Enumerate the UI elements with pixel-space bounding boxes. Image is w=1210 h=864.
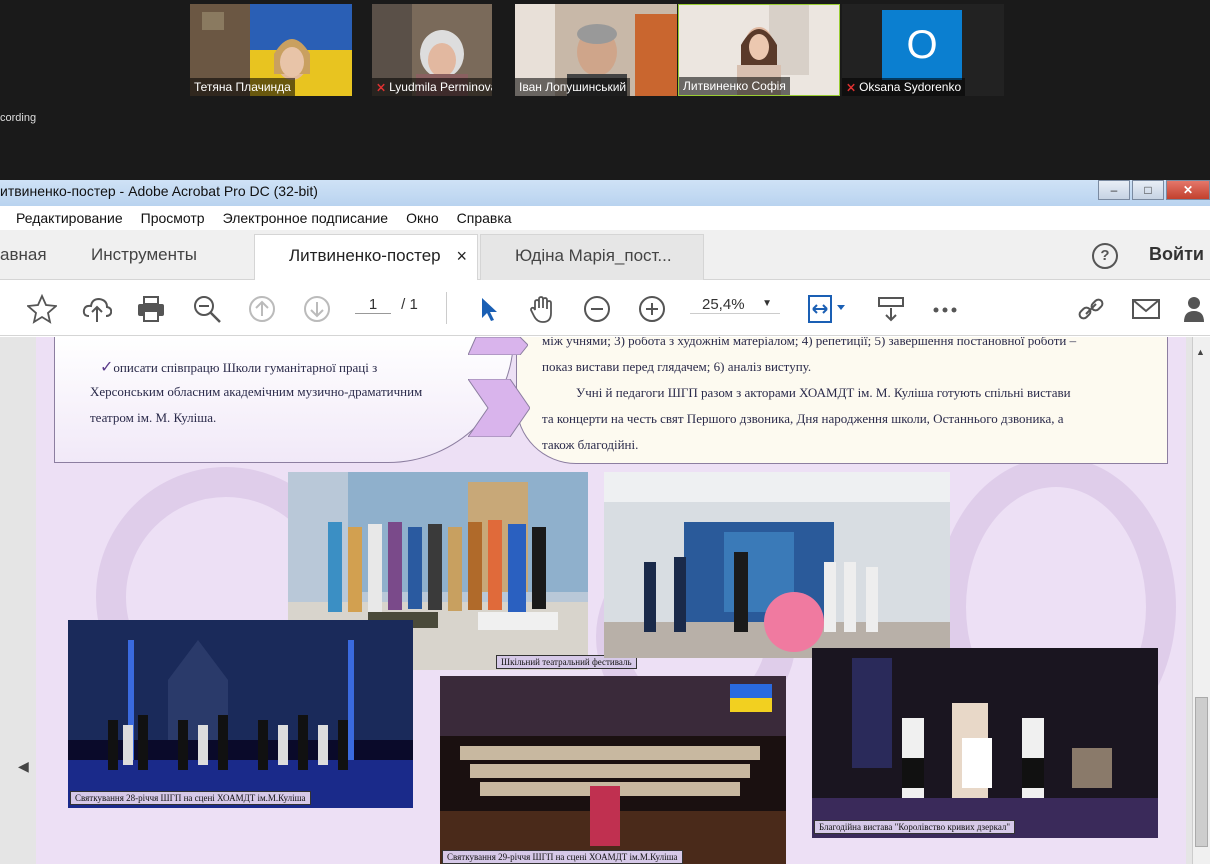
poster-page: ✓описати співпрацю Школи гуманітарної пр… bbox=[36, 337, 1186, 864]
poster-text-line: між учнями; 3) робота з художнім матеріа… bbox=[542, 337, 1077, 348]
more-options-icon[interactable] bbox=[930, 294, 960, 324]
poster-text-line: показ вистави перед глядачем; 6) аналіз … bbox=[542, 359, 812, 374]
tab-label: Юдіна Марія_пост... bbox=[515, 246, 672, 265]
window-titlebar: итвиненко-постер - Adobe Acrobat Pro DC … bbox=[0, 180, 1210, 206]
participant-name: ⨯ Oksana Sydorenko bbox=[842, 78, 966, 96]
scrollbar-thumb[interactable] bbox=[1195, 697, 1208, 847]
scroll-mode-icon[interactable] bbox=[876, 294, 906, 324]
mic-muted-icon: ⨯ bbox=[846, 80, 857, 94]
zoom-level-value: 25,4% bbox=[702, 296, 745, 313]
tab-document[interactable]: Юдіна Марія_пост... bbox=[480, 234, 704, 280]
fit-page-icon[interactable] bbox=[805, 294, 849, 324]
participant-name: ⨯ Lyudmila Perminova bbox=[372, 78, 492, 96]
stage-performance-photo bbox=[604, 472, 950, 658]
chevron-arrow-shape bbox=[468, 337, 528, 355]
next-page-icon[interactable] bbox=[302, 294, 332, 324]
chevron-arrow-shape bbox=[468, 379, 530, 437]
bookmark-star-icon[interactable] bbox=[25, 293, 59, 324]
tab-close-icon[interactable]: × bbox=[456, 235, 467, 277]
upload-cloud-icon[interactable] bbox=[82, 294, 113, 324]
anniversary-29-photo bbox=[440, 676, 786, 864]
tab-tools[interactable]: Инструменты bbox=[91, 234, 231, 280]
vertical-scrollbar[interactable]: ▲ bbox=[1192, 337, 1210, 864]
previous-page-arrow-icon[interactable]: ◀ bbox=[18, 758, 29, 775]
menu-e-sign[interactable]: Электронное подписание bbox=[223, 210, 389, 226]
tab-bar: авная Инструменты Литвиненко-постер × Юд… bbox=[0, 230, 1210, 280]
poster-text-line: Херсонським обласним академічним музично… bbox=[90, 384, 423, 399]
participant-tile-active-speaker[interactable]: Литвиненко Софія bbox=[678, 4, 840, 96]
toolbar-divider bbox=[446, 292, 447, 324]
menu-help[interactable]: Справка bbox=[457, 210, 512, 226]
photo-caption: Святкування 29-річчя ШГП на сцені ХОАМДТ… bbox=[442, 850, 683, 864]
add-user-icon[interactable] bbox=[1182, 294, 1210, 324]
email-icon[interactable] bbox=[1131, 294, 1161, 324]
scroll-up-icon[interactable]: ▲ bbox=[1196, 347, 1205, 357]
login-button[interactable]: Войти bbox=[1149, 244, 1204, 265]
participant-name: Іван Лопушинський bbox=[515, 78, 631, 96]
poster-text-line: та концерти на честь свят Першого дзвони… bbox=[542, 411, 1064, 426]
poster-text-line: театром ім. М. Куліша. bbox=[90, 410, 217, 425]
menu-window[interactable]: Окно bbox=[406, 210, 439, 226]
charity-performance-photo bbox=[812, 648, 1158, 838]
poster-text-box-left bbox=[54, 337, 514, 463]
maximize-button[interactable]: □ bbox=[1132, 180, 1164, 200]
minimize-button[interactable]: – bbox=[1098, 180, 1130, 200]
poster-text-line: Учні й педагоги ШГП разом з акторами ХОА… bbox=[576, 385, 1071, 400]
window-title: итвиненко-постер - Adobe Acrobat Pro DC … bbox=[0, 183, 318, 199]
page-navigator: 1 / 1 bbox=[355, 296, 418, 314]
anniversary-28-photo bbox=[68, 620, 413, 808]
chevron-down-icon: ▼ bbox=[762, 298, 772, 309]
print-icon[interactable] bbox=[136, 294, 166, 324]
help-icon[interactable]: ? bbox=[1092, 243, 1118, 269]
poster-text-line: також благодійні. bbox=[542, 437, 639, 452]
participant-avatar: O bbox=[882, 10, 962, 80]
photo-caption: Святкування 28-річчя ШГП на сцені ХОАМДТ… bbox=[70, 791, 311, 805]
participant-tile[interactable]: ⨯ Lyudmila Perminova bbox=[372, 4, 492, 96]
participant-tile[interactable]: Тетяна Плачинда bbox=[190, 4, 352, 96]
document-viewport[interactable]: ✓описати співпрацю Школи гуманітарної пр… bbox=[0, 337, 1210, 864]
participant-tile[interactable]: Іван Лопушинський bbox=[515, 4, 677, 96]
hand-tool-icon[interactable] bbox=[527, 294, 557, 324]
mic-muted-icon: ⨯ bbox=[376, 80, 387, 94]
zoom-out-magnifier-icon[interactable] bbox=[192, 294, 222, 324]
zoom-participant-strip: Тетяна Плачинда ⨯ Lyudmila Perminova Іван… bbox=[0, 0, 1210, 180]
poster-bullet-line: ✓описати співпрацю Школи гуманітарної пр… bbox=[100, 359, 378, 376]
page-total: / 1 bbox=[401, 296, 418, 313]
tab-document-active[interactable]: Литвиненко-постер × bbox=[254, 234, 478, 280]
zoom-in-icon[interactable] bbox=[637, 294, 667, 324]
zoom-out-icon[interactable] bbox=[582, 294, 612, 324]
participant-name: Литвиненко Софія bbox=[679, 77, 790, 95]
select-cursor-icon[interactable] bbox=[472, 294, 502, 324]
participant-name: Тетяна Плачинда bbox=[190, 78, 295, 96]
acrobat-window: итвиненко-постер - Adobe Acrobat Pro DC … bbox=[0, 180, 1210, 864]
close-window-button[interactable]: ✕ bbox=[1166, 180, 1210, 200]
recording-indicator: cording bbox=[0, 112, 37, 124]
menu-view[interactable]: Просмотр bbox=[141, 210, 205, 226]
checkmark-icon: ✓ bbox=[100, 359, 114, 376]
menu-edit[interactable]: Редактирование bbox=[16, 210, 123, 226]
main-toolbar: 1 / 1 25,4% ▼ bbox=[0, 280, 1210, 336]
previous-page-icon[interactable] bbox=[247, 294, 277, 324]
share-link-icon[interactable] bbox=[1076, 294, 1106, 324]
participant-tile[interactable]: O ⨯ Oksana Sydorenko bbox=[842, 4, 1004, 96]
page-number-input[interactable]: 1 bbox=[355, 296, 391, 314]
menu-bar: Редактирование Просмотр Электронное подп… bbox=[0, 206, 1210, 230]
window-controls: – □ ✕ bbox=[1096, 180, 1210, 202]
photo-caption: Благодійна вистава "Королівство кривих д… bbox=[814, 820, 1016, 834]
zoom-level-select[interactable]: 25,4% ▼ bbox=[690, 296, 780, 314]
tab-home[interactable]: авная bbox=[0, 234, 72, 280]
tab-label: Литвиненко-постер bbox=[289, 246, 441, 265]
